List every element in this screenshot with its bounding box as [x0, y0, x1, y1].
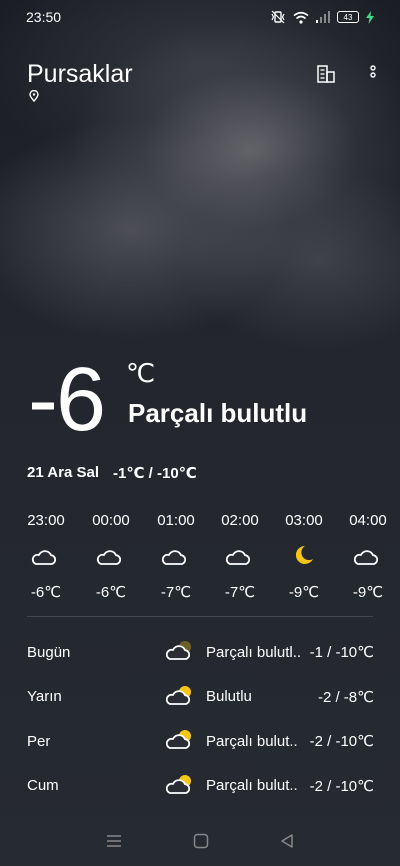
current-condition: Parçalı bulutlu [128, 398, 308, 428]
hour-temp: -9℃ [352, 584, 384, 601]
daily-row[interactable]: Cum Parçalı bulut.. -2 / -10℃ [27, 764, 374, 809]
hour-icon-slot [271, 542, 337, 572]
header-actions [316, 64, 376, 84]
hour-icon-slot [335, 542, 400, 572]
hourly-item: 02:00 -7℃ [207, 510, 273, 604]
partly-cloudy-icon [165, 641, 194, 667]
signal-icon [316, 11, 330, 23]
day-name: Yarın [27, 688, 62, 706]
day-name: Per [27, 732, 51, 750]
hour-temp: -7℃ [160, 584, 192, 601]
hourly-item: 04:00 -9℃ [335, 510, 400, 604]
hourly-item: 03:00 -9℃ [271, 510, 337, 604]
hour-temp: -6℃ [30, 584, 62, 601]
today-range: -1℃ / -10℃ [113, 465, 197, 482]
partly-cloudy-night-icon [30, 543, 62, 572]
day-icon-slot [165, 773, 194, 801]
hourly-forecast[interactable]: 23:00 -6℃ 00:00 -6℃ 01:00 -7℃ 02:00 -7℃ … [0, 510, 400, 610]
status-bar: 23:50 43 [0, 0, 400, 34]
battery-level: 43 [343, 12, 353, 22]
day-icon-slot [165, 684, 194, 712]
partly-cloudy-night-icon [352, 543, 384, 572]
vibrate-icon [271, 10, 285, 24]
day-range: -2 / -10℃ [309, 733, 374, 751]
hour-time: 02:00 [221, 512, 259, 529]
charging-icon [366, 10, 374, 24]
header: Pursaklar [27, 54, 376, 94]
current-temperature: -6 [28, 350, 106, 450]
hourly-item: 00:00 -6℃ [78, 510, 144, 604]
daily-row[interactable]: Per Parçalı bulut.. -2 / -10℃ [27, 719, 374, 764]
daily-row[interactable]: Bugün Parçalı bulutl.. -1 / -10℃ [27, 630, 374, 675]
partly-cloudy-night-icon [95, 543, 127, 572]
daily-forecast: Bugün Parçalı bulutl.. -1 / -10℃ Yarın B… [27, 630, 374, 808]
day-range: -2 / -8℃ [317, 688, 374, 706]
day-name: Cum [27, 777, 59, 795]
moon-icon [293, 544, 315, 571]
hour-icon-slot [78, 542, 144, 572]
recent-apps-icon[interactable] [106, 834, 122, 848]
hour-time: 04:00 [349, 512, 387, 529]
hour-time: 03:00 [285, 512, 323, 529]
temperature-unit: ℃ [126, 358, 156, 388]
day-condition: Parçalı bulutl.. [206, 643, 302, 661]
status-time: 23:50 [26, 9, 62, 25]
city-name[interactable]: Pursaklar [27, 60, 133, 89]
hour-temp: -7℃ [224, 584, 256, 601]
cloudy-sun-icon [165, 774, 194, 801]
hour-icon-slot [143, 542, 209, 572]
current-date: 21 Ara Sal [27, 464, 99, 481]
date-line: 21 Ara Sal -1℃ / -10℃ [27, 464, 197, 482]
battery-icon: 43 [337, 11, 359, 23]
day-name: Bugün [27, 643, 71, 661]
cloudy-sun-icon [165, 685, 194, 712]
hour-temp: -6℃ [95, 584, 127, 601]
hour-time: 00:00 [92, 512, 130, 529]
system-navbar [0, 816, 400, 866]
hour-time: 23:00 [27, 512, 65, 529]
more-options-icon[interactable] [370, 65, 376, 83]
hour-time: 01:00 [157, 512, 195, 529]
divider [27, 616, 373, 617]
day-range: -2 / -10℃ [309, 777, 374, 795]
day-icon-slot [165, 728, 194, 756]
day-condition: Parçalı bulut.. [206, 732, 298, 750]
home-icon[interactable] [193, 833, 209, 849]
wifi-icon [293, 11, 309, 24]
partly-cloudy-night-icon [160, 543, 192, 572]
city-list-icon[interactable] [316, 64, 336, 84]
day-range: -1 / -10℃ [309, 644, 374, 662]
current-weather: -6 ℃ Parçalı bulutlu [28, 350, 378, 450]
hour-icon-slot [13, 542, 79, 572]
back-icon[interactable] [280, 833, 294, 849]
partly-cloudy-night-icon [224, 543, 256, 572]
hour-icon-slot [207, 542, 273, 572]
status-icons: 43 [270, 10, 374, 24]
hour-temp: -9℃ [288, 584, 320, 601]
daily-row[interactable]: Yarın Bulutlu -2 / -8℃ [27, 675, 374, 720]
day-icon-slot [165, 639, 194, 667]
location-pin-icon [29, 90, 39, 102]
day-condition: Parçalı bulut.. [206, 777, 298, 795]
day-condition: Bulutlu [206, 688, 252, 706]
cloudy-sun-icon [165, 730, 194, 756]
hourly-item: 23:00 -6℃ [13, 510, 79, 604]
hourly-item: 01:00 -7℃ [143, 510, 209, 604]
